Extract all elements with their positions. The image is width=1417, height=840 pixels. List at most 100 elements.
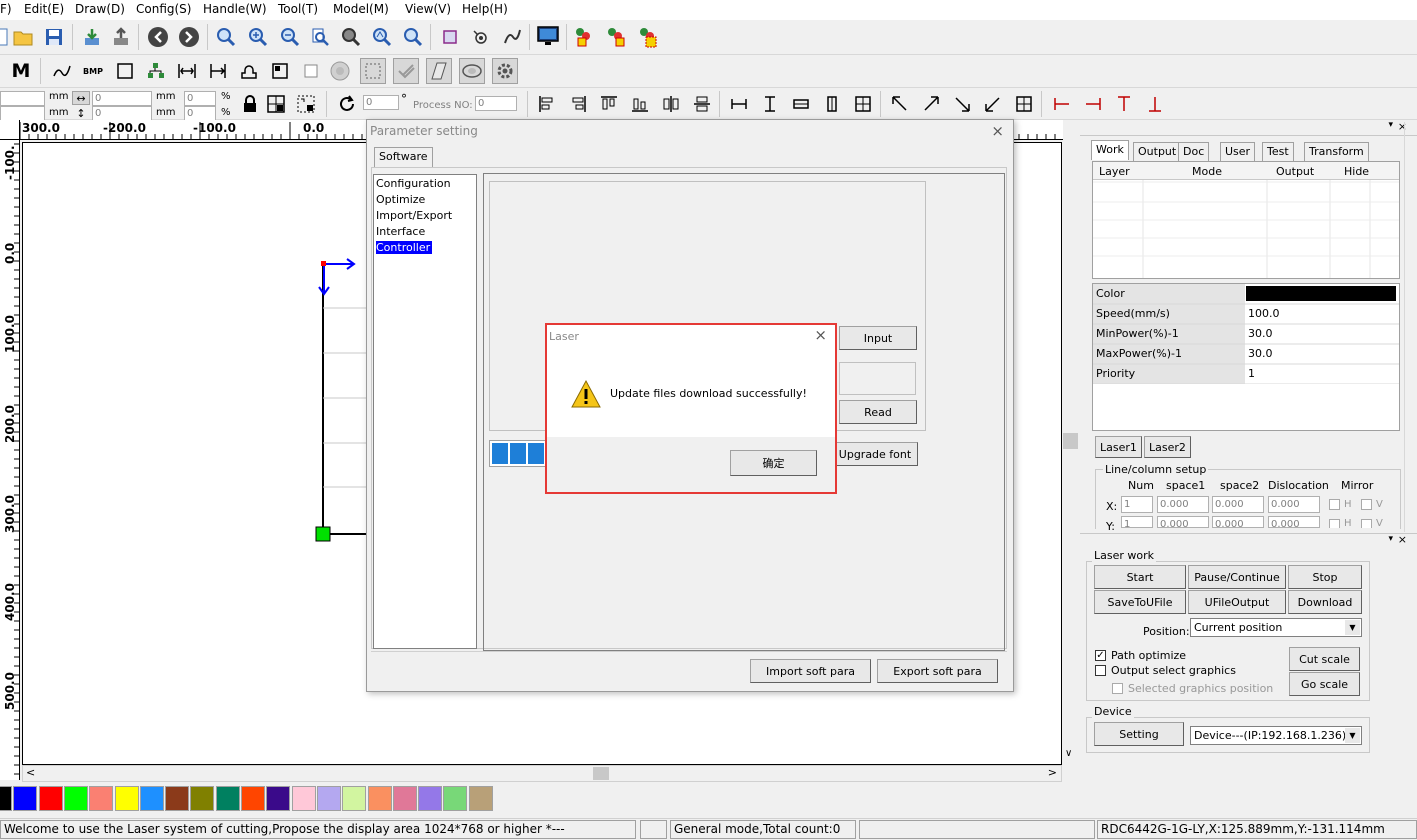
setting-button[interactable]: Setting — [1094, 722, 1184, 746]
open-folder-icon[interactable] — [10, 24, 36, 50]
move-up-icon[interactable] — [1111, 91, 1137, 117]
layer-table[interactable]: Layer Mode Output Hide — [1092, 161, 1400, 279]
select-rect-icon[interactable] — [437, 24, 463, 50]
move-down-icon[interactable] — [1142, 91, 1168, 117]
tab-doc[interactable]: Doc — [1178, 142, 1210, 161]
panel-scrollbar[interactable] — [1404, 122, 1417, 532]
color-swatch[interactable] — [367, 786, 392, 811]
vertical-scrollbar[interactable]: ∨ — [1062, 142, 1079, 765]
menu-help[interactable]: Help(H) — [462, 2, 508, 16]
color-swatch[interactable] — [139, 786, 164, 811]
save-to-ufile-button[interactable]: SaveToUFile — [1094, 590, 1186, 614]
panel-close-icon[interactable]: × — [1398, 533, 1407, 546]
same-height-icon[interactable] — [757, 91, 783, 117]
horizontal-scrollbar[interactable]: < > — [22, 765, 1062, 782]
vertical-equal-icon[interactable] — [819, 91, 845, 117]
move-bottom-left-icon[interactable] — [980, 91, 1006, 117]
path-icon[interactable] — [499, 24, 525, 50]
column-header[interactable]: Output — [1276, 165, 1314, 178]
column-header[interactable]: Hide — [1344, 165, 1369, 178]
column-header[interactable]: Mode — [1192, 165, 1222, 178]
rectangle-tool-icon[interactable] — [112, 58, 138, 84]
center-page-icon[interactable] — [850, 91, 876, 117]
redo-icon[interactable] — [176, 24, 202, 50]
laser-head-c-icon[interactable] — [637, 24, 663, 50]
output-select-checkbox[interactable] — [1095, 665, 1106, 676]
color-swatch[interactable] — [13, 786, 38, 811]
panel-pin-icon[interactable]: ▾ — [1388, 120, 1393, 130]
color-swatch[interactable] — [165, 786, 190, 811]
device-select[interactable]: Device---(IP:192.168.1.236) ▼ — [1190, 726, 1362, 745]
scroll-left-icon[interactable]: < — [26, 766, 35, 779]
x-num-input[interactable]: 1 — [1121, 496, 1153, 513]
move-left-icon[interactable] — [1049, 91, 1075, 117]
color-swatch[interactable] — [316, 786, 341, 811]
scroll-down-icon[interactable]: ∨ — [1065, 748, 1072, 759]
panel-pin-icon[interactable]: ▾ — [1388, 534, 1393, 544]
download-button[interactable]: Download — [1288, 590, 1362, 614]
scroll-right-icon[interactable]: > — [1048, 766, 1057, 779]
tree-item-optimize[interactable]: Optimize — [376, 193, 425, 206]
start-button[interactable]: Start — [1094, 565, 1186, 589]
upgrade-font-button[interactable]: Upgrade font — [832, 442, 918, 466]
grid-position-icon[interactable] — [263, 91, 289, 117]
group-tool-icon[interactable] — [143, 58, 169, 84]
bitmap-tool-icon[interactable]: BMP — [80, 58, 106, 84]
tree-item-controller[interactable]: Controller — [376, 241, 433, 254]
curve-tool-icon[interactable] — [49, 58, 75, 84]
color-swatch[interactable] — [468, 786, 493, 811]
tab-laser2[interactable]: Laser2 — [1144, 436, 1191, 458]
tree-item-configuration[interactable]: Configuration — [376, 177, 451, 190]
text-tool-icon[interactable]: M — [8, 58, 34, 84]
zoom-in-icon[interactable] — [245, 24, 271, 50]
menu-config[interactable]: Config(S) — [136, 2, 191, 16]
tree-item-interface[interactable]: Interface — [376, 225, 425, 238]
menu-handle[interactable]: Handle(W) — [203, 2, 267, 16]
zoom-icon[interactable] — [213, 24, 239, 50]
tab-user[interactable]: User — [1220, 142, 1256, 161]
move-top-left-icon[interactable] — [887, 91, 913, 117]
tab-software[interactable]: Software — [374, 147, 433, 167]
read-button[interactable]: Read — [839, 400, 917, 424]
color-swatch[interactable] — [114, 786, 139, 811]
ellipse-tool-icon[interactable] — [459, 58, 485, 84]
y-mirror-v-checkbox[interactable] — [1361, 519, 1372, 528]
color-swatch[interactable] — [342, 786, 367, 811]
x-dislocation-input[interactable]: 0.000 — [1268, 496, 1320, 513]
color-swatch[interactable] — [0, 786, 12, 811]
color-swatch[interactable] — [190, 786, 215, 811]
y-mirror-h-checkbox[interactable] — [1329, 519, 1340, 528]
close-icon[interactable]: × — [814, 326, 827, 344]
align-right-icon[interactable] — [565, 91, 591, 117]
move-right-icon[interactable] — [1080, 91, 1106, 117]
lock-height-icon[interactable]: ↕ — [72, 106, 90, 120]
y-dislocation-input[interactable]: 0.000 — [1268, 516, 1320, 528]
import-soft-para-button[interactable]: Import soft para — [750, 659, 871, 683]
size-grid-icon[interactable] — [293, 91, 319, 117]
export-soft-para-button[interactable]: Export soft para — [877, 659, 998, 683]
lock-icon[interactable] — [237, 91, 263, 117]
laser-head-a-icon[interactable] — [573, 24, 599, 50]
height-input[interactable]: 0 — [92, 106, 152, 121]
color-swatch[interactable] — [392, 786, 417, 811]
slant-tool-icon[interactable] — [426, 58, 452, 84]
x-space2-input[interactable]: 0.000 — [1212, 496, 1264, 513]
x-position-input[interactable] — [0, 91, 45, 106]
undo-icon[interactable] — [145, 24, 171, 50]
ufile-output-button[interactable]: UFileOutput — [1188, 590, 1286, 614]
monitor-icon[interactable] — [535, 23, 561, 49]
stamp-tool-icon[interactable] — [236, 58, 262, 84]
height-percent-input[interactable]: 0 — [184, 106, 216, 121]
zoom-page-icon[interactable] — [307, 24, 333, 50]
process-no-input[interactable]: 0 — [475, 96, 517, 111]
zoom-select-icon[interactable] — [369, 24, 395, 50]
width-percent-input[interactable]: 0 — [184, 91, 216, 106]
y-num-input[interactable]: 1 — [1121, 516, 1153, 528]
save-icon[interactable] — [41, 24, 67, 50]
ok-button[interactable]: 确定 — [730, 450, 817, 476]
y-space1-input[interactable]: 0.000 — [1157, 516, 1209, 528]
selected-pos-checkbox[interactable] — [1112, 683, 1123, 694]
column-header[interactable]: Layer — [1099, 165, 1130, 178]
import-icon[interactable] — [79, 24, 105, 50]
menu-view[interactable]: View(V) — [405, 2, 451, 16]
